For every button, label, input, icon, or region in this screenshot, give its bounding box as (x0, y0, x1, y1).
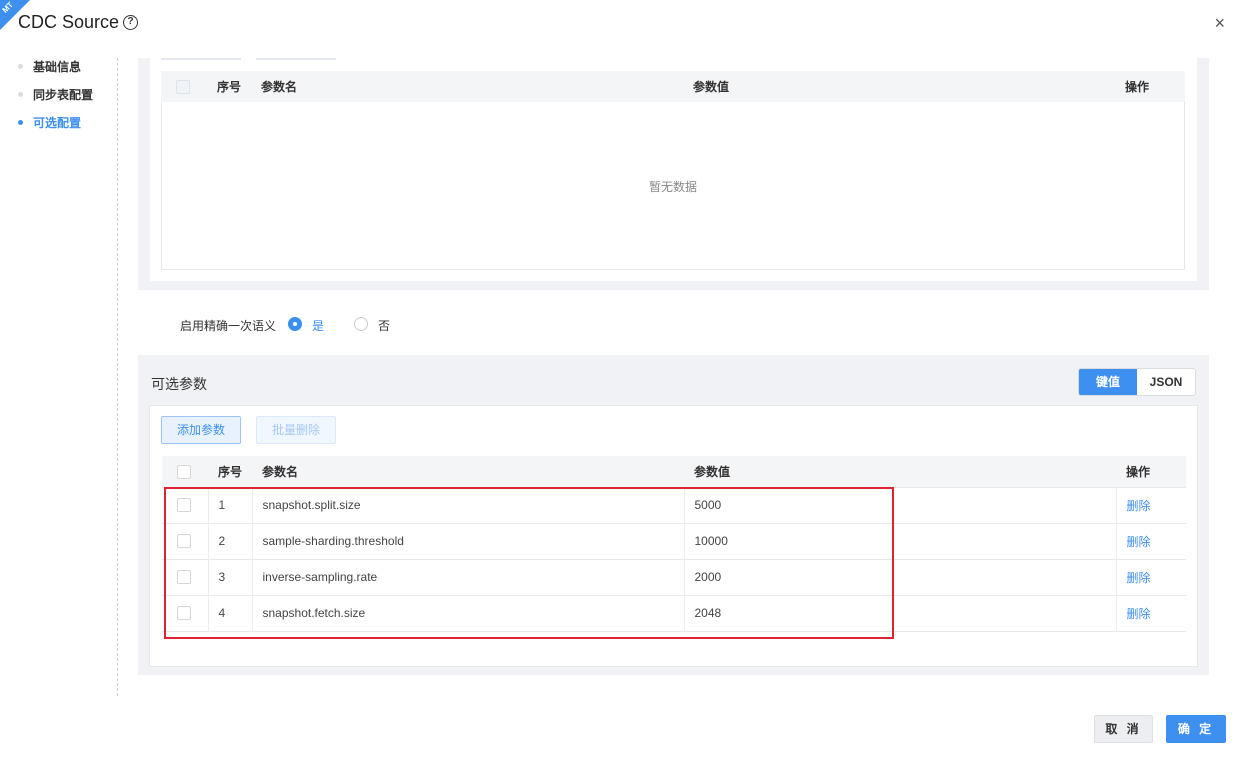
nav-item-sync-table[interactable]: 同步表配置 (18, 83, 118, 111)
top-add-button-edge (161, 58, 241, 60)
row-check-cell (162, 522, 208, 559)
table-header-row: 序号 参数名 参数值 操作 (162, 456, 1186, 487)
row-op-cell: 删除 (1115, 522, 1186, 559)
exactly-once-label: 启用精确一次语义 (180, 319, 277, 333)
radio-yes[interactable] (288, 317, 302, 331)
row-check-cell (162, 558, 208, 595)
dialog-title: CDC Source (18, 12, 120, 32)
row-param-name[interactable]: sample-sharding.threshold (251, 522, 684, 559)
header-index: 序号 (207, 71, 251, 102)
table-row: 3 inverse-sampling.rate 2000 删除 (162, 558, 1186, 595)
row-param-value[interactable]: 10000 (683, 522, 1116, 559)
nav-divider (117, 58, 118, 696)
select-all-cell (161, 71, 207, 102)
delete-row-link[interactable]: 删除 (1127, 607, 1151, 621)
header-name: 参数名 (251, 71, 683, 102)
row-param-value[interactable]: 5000 (683, 486, 1116, 523)
header-value: 参数值 (683, 71, 1115, 102)
mode-toggle: 键值 JSON (1078, 368, 1196, 396)
row-check-cell (162, 594, 208, 631)
empty-text: 暂无数据 (648, 180, 697, 194)
optional-params-panel: 可选参数 键值 JSON 添加参数 批量删除 序号 参数名 参数值 操作 1 s… (138, 355, 1209, 675)
row-index: 4 (207, 594, 252, 631)
row-param-value[interactable]: 2048 (683, 594, 1116, 631)
select-all-checkbox[interactable] (176, 79, 190, 94)
table-row: 2 sample-sharding.threshold 10000 删除 (162, 522, 1186, 559)
confirm-button[interactable]: 确 定 (1166, 715, 1226, 743)
table-row: 1 snapshot.split.size 5000 删除 (162, 486, 1186, 523)
toggle-json[interactable]: JSON (1137, 369, 1195, 395)
row-check-cell (162, 486, 208, 523)
table-header-row: 序号 参数名 参数值 操作 (161, 71, 1185, 102)
cdc-source-dialog: MT CDC Source ? × 基础信息 同步表配置 可选配置 序号 参数名… (0, 0, 1243, 757)
optional-params-table: 序号 参数名 参数值 操作 1 snapshot.split.size 5000… (162, 456, 1186, 655)
row-index: 2 (207, 522, 252, 559)
row-param-name[interactable]: inverse-sampling.rate (251, 558, 684, 595)
row-index: 1 (207, 486, 252, 523)
nav-item-basic-info[interactable]: 基础信息 (18, 55, 118, 83)
nav-dot-icon (18, 92, 23, 97)
select-all-cell (162, 456, 208, 487)
top-table-panel: 序号 参数名 参数值 操作 暂无数据 (138, 58, 1209, 290)
select-all-checkbox[interactable] (177, 464, 191, 479)
batch-delete-button[interactable]: 批量删除 (256, 416, 336, 444)
table-row: 4 snapshot.fetch.size 2048 删除 (162, 594, 1186, 631)
cancel-button[interactable]: 取 消 (1094, 715, 1153, 743)
header-op: 操作 (1116, 456, 1186, 487)
nav-dot-icon (18, 120, 23, 125)
nav-item-label: 基础信息 (33, 60, 82, 74)
add-param-button[interactable]: 添加参数 (161, 416, 241, 444)
row-param-value[interactable]: 2000 (683, 558, 1116, 595)
row-param-name[interactable]: snapshot.fetch.size (251, 594, 684, 631)
radio-yes-label[interactable]: 是 (312, 317, 324, 334)
row-checkbox[interactable] (177, 570, 191, 585)
delete-row-link[interactable]: 删除 (1127, 499, 1151, 513)
top-table-container: 序号 参数名 参数值 操作 暂无数据 (150, 58, 1197, 281)
optional-params-container: 添加参数 批量删除 序号 参数名 参数值 操作 1 snapshot.split… (149, 405, 1198, 667)
table-spacer-row (162, 630, 1186, 655)
toggle-kv[interactable]: 键值 (1079, 369, 1137, 395)
row-param-name[interactable]: snapshot.split.size (251, 486, 684, 523)
help-icon[interactable]: ? (123, 15, 138, 30)
delete-row-link[interactable]: 删除 (1127, 571, 1151, 585)
top-delete-button-edge (256, 58, 336, 60)
side-nav: 基础信息 同步表配置 可选配置 (18, 55, 118, 139)
row-op-cell: 删除 (1115, 558, 1186, 595)
row-op-cell: 删除 (1115, 594, 1186, 631)
nav-item-label: 同步表配置 (33, 88, 94, 102)
nav-dot-icon (18, 64, 23, 69)
nav-item-label: 可选配置 (33, 116, 82, 130)
header-index: 序号 (208, 456, 252, 487)
radio-no[interactable] (354, 317, 368, 331)
header-value: 参数值 (684, 456, 1116, 487)
optional-params-title: 可选参数 (151, 376, 207, 392)
spacer-cell (162, 630, 1186, 655)
row-checkbox[interactable] (177, 534, 191, 549)
header-name: 参数名 (252, 456, 684, 487)
row-index: 3 (207, 558, 252, 595)
row-checkbox[interactable] (177, 606, 191, 621)
delete-row-link[interactable]: 删除 (1127, 535, 1151, 549)
row-checkbox[interactable] (177, 498, 191, 513)
close-icon[interactable]: × (1214, 13, 1225, 34)
radio-no-label[interactable]: 否 (378, 317, 390, 334)
row-op-cell: 删除 (1115, 486, 1186, 523)
nav-item-optional-config[interactable]: 可选配置 (18, 111, 118, 139)
top-params-table: 序号 参数名 参数值 操作 (161, 71, 1185, 102)
header-op: 操作 (1115, 71, 1185, 102)
empty-state: 暂无数据 (161, 102, 1185, 270)
